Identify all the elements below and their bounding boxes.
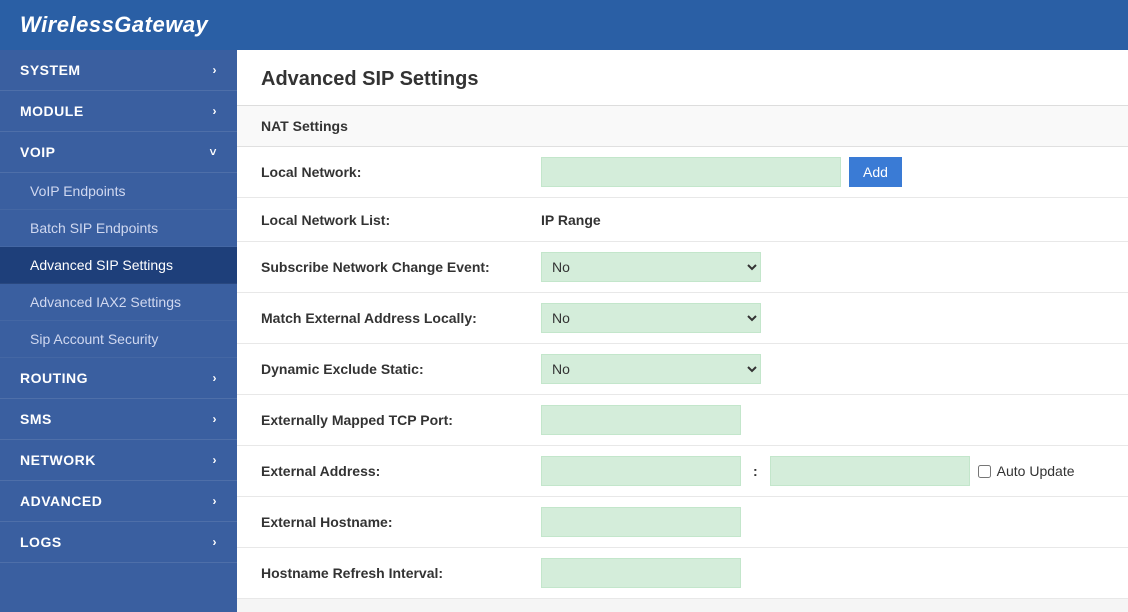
- sidebar-item-logs[interactable]: LOGS ›: [0, 522, 237, 563]
- external-hostname-label: External Hostname:: [261, 514, 541, 530]
- auto-update-checkbox[interactable]: [978, 465, 991, 478]
- externally-mapped-tcp-port-input[interactable]: [541, 405, 741, 435]
- ip-range-column-label: IP Range: [541, 212, 601, 228]
- sidebar-item-sip-account-security[interactable]: Sip Account Security: [0, 321, 237, 358]
- app-header: WirelessGateway: [0, 0, 1128, 50]
- nat-settings-section: NAT Settings Local Network: Add Local Ne…: [237, 106, 1128, 599]
- hostname-refresh-interval-control: [541, 558, 1104, 588]
- sidebar-item-voip-label: VOIP: [20, 144, 55, 160]
- sidebar-item-advanced[interactable]: ADVANCED ›: [0, 481, 237, 522]
- sidebar-item-system-label: SYSTEM: [20, 62, 81, 78]
- hostname-refresh-interval-label: Hostname Refresh Interval:: [261, 565, 541, 581]
- externally-mapped-tcp-port-row: Externally Mapped TCP Port:: [237, 395, 1128, 446]
- chevron-right-icon: ›: [213, 104, 218, 118]
- sidebar-item-advanced-sip-settings[interactable]: Advanced SIP Settings: [0, 247, 237, 284]
- chevron-right-icon: ›: [213, 494, 218, 508]
- subscribe-network-change-event-select[interactable]: No Yes: [541, 252, 761, 282]
- match-external-address-locally-control: No Yes: [541, 303, 1104, 333]
- chevron-right-icon: ›: [213, 412, 218, 426]
- sidebar-item-advanced-iax2-settings[interactable]: Advanced IAX2 Settings: [0, 284, 237, 321]
- hostname-refresh-interval-input[interactable]: [541, 558, 741, 588]
- dynamic-exclude-static-row: Dynamic Exclude Static: No Yes: [237, 344, 1128, 395]
- external-address-input2[interactable]: [770, 456, 970, 486]
- externally-mapped-tcp-port-label: Externally Mapped TCP Port:: [261, 412, 541, 428]
- chevron-down-icon: ˅: [209, 145, 217, 159]
- dynamic-exclude-static-label: Dynamic Exclude Static:: [261, 361, 541, 377]
- external-address-input1[interactable]: [541, 456, 741, 486]
- main-layout: SYSTEM › MODULE › VOIP ˅ VoIP Endpoints …: [0, 50, 1128, 612]
- sidebar-item-sip-account-security-label: Sip Account Security: [30, 331, 158, 347]
- match-external-address-locally-select[interactable]: No Yes: [541, 303, 761, 333]
- section-title: NAT Settings: [237, 106, 1128, 147]
- external-address-control: : Auto Update: [541, 456, 1104, 486]
- sidebar-item-routing[interactable]: ROUTING ›: [0, 358, 237, 399]
- local-network-label: Local Network:: [261, 164, 541, 180]
- sidebar-item-module-label: MODULE: [20, 103, 84, 119]
- subscribe-network-change-event-row: Subscribe Network Change Event: No Yes: [237, 242, 1128, 293]
- add-button[interactable]: Add: [849, 157, 902, 187]
- content-area: Advanced SIP Settings NAT Settings Local…: [237, 50, 1128, 612]
- page-title: Advanced SIP Settings: [237, 50, 1128, 106]
- local-network-input[interactable]: [541, 157, 841, 187]
- local-network-row: Local Network: Add: [237, 147, 1128, 198]
- auto-update-label: Auto Update: [978, 463, 1075, 479]
- match-external-address-locally-row: Match External Address Locally: No Yes: [237, 293, 1128, 344]
- local-network-list-control: IP Range: [541, 212, 1104, 228]
- chevron-right-icon: ›: [213, 453, 218, 467]
- dynamic-exclude-static-select[interactable]: No Yes: [541, 354, 761, 384]
- local-network-control: Add: [541, 157, 1104, 187]
- sidebar-item-network[interactable]: NETWORK ›: [0, 440, 237, 481]
- local-network-list-label: Local Network List:: [261, 212, 541, 228]
- sidebar-item-sms[interactable]: SMS ›: [0, 399, 237, 440]
- subscribe-network-change-event-label: Subscribe Network Change Event:: [261, 259, 541, 275]
- hostname-refresh-interval-row: Hostname Refresh Interval:: [237, 548, 1128, 599]
- external-address-row: External Address: : Auto Update: [237, 446, 1128, 497]
- colon-separator: :: [753, 463, 758, 479]
- sidebar-item-advanced-sip-settings-label: Advanced SIP Settings: [30, 257, 173, 273]
- sidebar-item-voip[interactable]: VOIP ˅: [0, 132, 237, 173]
- sidebar-item-voip-endpoints-label: VoIP Endpoints: [30, 183, 125, 199]
- local-network-list-row: Local Network List: IP Range: [237, 198, 1128, 242]
- sidebar-item-logs-label: LOGS: [20, 534, 62, 550]
- auto-update-text: Auto Update: [997, 463, 1075, 479]
- subscribe-network-change-event-control: No Yes: [541, 252, 1104, 282]
- sidebar-item-advanced-label: ADVANCED: [20, 493, 102, 509]
- sidebar-item-routing-label: ROUTING: [20, 370, 88, 386]
- externally-mapped-tcp-port-control: [541, 405, 1104, 435]
- chevron-right-icon: ›: [213, 371, 218, 385]
- sidebar-item-module[interactable]: MODULE ›: [0, 91, 237, 132]
- chevron-right-icon: ›: [213, 535, 218, 549]
- external-address-label: External Address:: [261, 463, 541, 479]
- app-title: WirelessGateway: [20, 12, 208, 38]
- dynamic-exclude-static-control: No Yes: [541, 354, 1104, 384]
- sidebar-item-batch-sip-endpoints[interactable]: Batch SIP Endpoints: [0, 210, 237, 247]
- sidebar-item-voip-endpoints[interactable]: VoIP Endpoints: [0, 173, 237, 210]
- sidebar: SYSTEM › MODULE › VOIP ˅ VoIP Endpoints …: [0, 50, 237, 612]
- external-hostname-input[interactable]: [541, 507, 741, 537]
- sidebar-item-batch-sip-endpoints-label: Batch SIP Endpoints: [30, 220, 158, 236]
- sidebar-item-network-label: NETWORK: [20, 452, 96, 468]
- chevron-right-icon: ›: [213, 63, 218, 77]
- match-external-address-locally-label: Match External Address Locally:: [261, 310, 541, 326]
- external-hostname-row: External Hostname:: [237, 497, 1128, 548]
- external-hostname-control: [541, 507, 1104, 537]
- sidebar-item-sms-label: SMS: [20, 411, 52, 427]
- sidebar-item-advanced-iax2-settings-label: Advanced IAX2 Settings: [30, 294, 181, 310]
- sidebar-item-system[interactable]: SYSTEM ›: [0, 50, 237, 91]
